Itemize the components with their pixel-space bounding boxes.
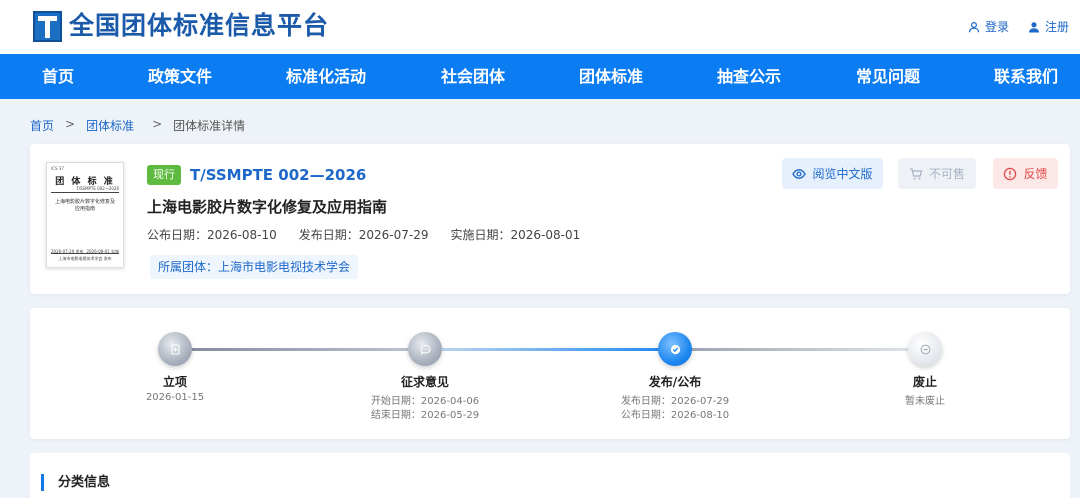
cover-implement-date: 2026-08-01 实施 xyxy=(86,249,119,254)
nav-item-activities[interactable]: 标准化活动 xyxy=(286,54,366,99)
document-plus-icon xyxy=(170,343,180,355)
step-label-publish: 发布/公布 xyxy=(648,375,702,389)
site-title[interactable]: 全国团体标准信息平台 xyxy=(69,9,329,43)
standard-code: T/SSMPTE 002—2026 xyxy=(190,166,367,184)
step-abolish-status: 暂未废止 xyxy=(905,396,945,407)
lifecycle-progress-card: 立项 2026-01-15 征求意见 开始日期：2026-04-06 结束日期：… xyxy=(30,308,1070,439)
register-link[interactable]: 注册 xyxy=(1028,18,1069,35)
not-for-sale-button[interactable]: 不可售 xyxy=(898,158,976,189)
cover-publish-date: 2026-07-29 发布 xyxy=(51,249,84,254)
eye-icon xyxy=(792,168,807,179)
standard-name: 上海电影胶片数字化修复及应用指南 xyxy=(147,198,388,216)
nav-item-home[interactable]: 首页 xyxy=(42,54,74,99)
step-announce-date: 公布日期：2026-08-10 xyxy=(620,410,730,421)
nav-item-standards[interactable]: 团体标准 xyxy=(579,54,643,99)
alert-circle-icon xyxy=(1004,167,1017,180)
organization-tag[interactable]: 所属团体：上海市电影电视技术学会 xyxy=(150,255,359,279)
step-label-initiation: 立项 xyxy=(162,375,188,389)
announce-date: 公布日期：2026-08-10 xyxy=(147,228,277,242)
user-outline-icon xyxy=(968,21,980,32)
implement-date: 实施日期：2026-08-01 xyxy=(450,228,581,242)
publish-date: 发布日期：2026-07-29 xyxy=(298,228,429,242)
standard-cover-thumbnail[interactable]: ICS 37 团 体 标 准 T/SSMPTE 002—2026 上海电影胶片数… xyxy=(46,162,124,268)
read-chinese-label: 阅览中文版 xyxy=(812,167,873,181)
cart-icon xyxy=(909,167,923,179)
progress-track-segment xyxy=(675,348,925,351)
feedback-button[interactable]: 反馈 xyxy=(993,158,1058,189)
step-publish-date: 发布日期：2026-07-29 xyxy=(620,396,730,407)
register-label: 注册 xyxy=(1045,20,1070,34)
cover-code: T/SSMPTE 002—2026 xyxy=(76,186,119,191)
not-for-sale-label: 不可售 xyxy=(928,167,965,181)
breadcrumb-current: 团体标准详情 xyxy=(173,119,246,133)
breadcrumb: 首页 > 团体标准 > 团体标准详情 xyxy=(30,117,245,134)
nav-item-policy[interactable]: 政策文件 xyxy=(148,54,212,99)
cover-org: 上海市电影电视技术学会 发布 xyxy=(58,256,112,261)
logo-icon[interactable] xyxy=(33,11,62,42)
step-node-abolish xyxy=(908,332,942,366)
check-circle-icon xyxy=(670,344,680,354)
nav-item-faq[interactable]: 常见问题 xyxy=(856,54,920,99)
classification-title: 分类信息 xyxy=(58,475,111,490)
step-comments-end: 结束日期：2026-05-29 xyxy=(370,410,480,421)
chat-bubble-icon xyxy=(419,344,431,355)
login-link[interactable]: 登录 xyxy=(968,18,1009,35)
step-node-initiation xyxy=(158,332,192,366)
standard-dates: 公布日期：2026-08-10 发布日期：2026-07-29 实施日期：202… xyxy=(147,226,580,243)
section-accent-bar xyxy=(41,474,44,491)
step-label-comments: 征求意见 xyxy=(400,375,450,389)
feedback-label: 反馈 xyxy=(1023,167,1048,181)
login-label: 登录 xyxy=(985,20,1010,34)
breadcrumb-standards[interactable]: 团体标准 xyxy=(86,117,134,134)
nav-item-inspection[interactable]: 抽查公示 xyxy=(717,54,781,99)
cover-name: 上海电影胶片数字化修复及应用指南 xyxy=(54,199,115,212)
minus-circle-icon xyxy=(920,344,930,354)
nav-item-organizations[interactable]: 社会团体 xyxy=(441,54,505,99)
breadcrumb-separator: > xyxy=(65,117,76,131)
nav-item-contact[interactable]: 联系我们 xyxy=(994,54,1058,99)
site-header: 全国团体标准信息平台 登录 注册 xyxy=(0,0,1080,54)
progress-track-segment xyxy=(425,348,675,351)
standard-info-card: ICS 37 团 体 标 准 T/SSMPTE 002—2026 上海电影胶片数… xyxy=(30,144,1070,294)
progress-track-segment xyxy=(175,348,425,351)
step-node-comments xyxy=(408,332,442,366)
read-chinese-button[interactable]: 阅览中文版 xyxy=(782,158,883,189)
classification-card: 分类信息 xyxy=(30,453,1070,498)
step-node-publish xyxy=(658,332,692,366)
breadcrumb-home[interactable]: 首页 xyxy=(30,117,54,134)
step-comments-start: 开始日期：2026-04-06 xyxy=(370,396,480,407)
step-initiation-date: 2026-01-15 xyxy=(145,392,205,403)
breadcrumb-separator: > xyxy=(152,117,163,131)
user-solid-icon xyxy=(1029,21,1039,32)
cover-ics: ICS 37 xyxy=(51,166,64,171)
main-nav: 首页 政策文件 标准化活动 社会团体 团体标准 抽查公示 常见问题 联系我们 xyxy=(0,54,1080,99)
status-badge: 现行 xyxy=(147,165,181,185)
step-label-abolish: 废止 xyxy=(912,375,938,389)
